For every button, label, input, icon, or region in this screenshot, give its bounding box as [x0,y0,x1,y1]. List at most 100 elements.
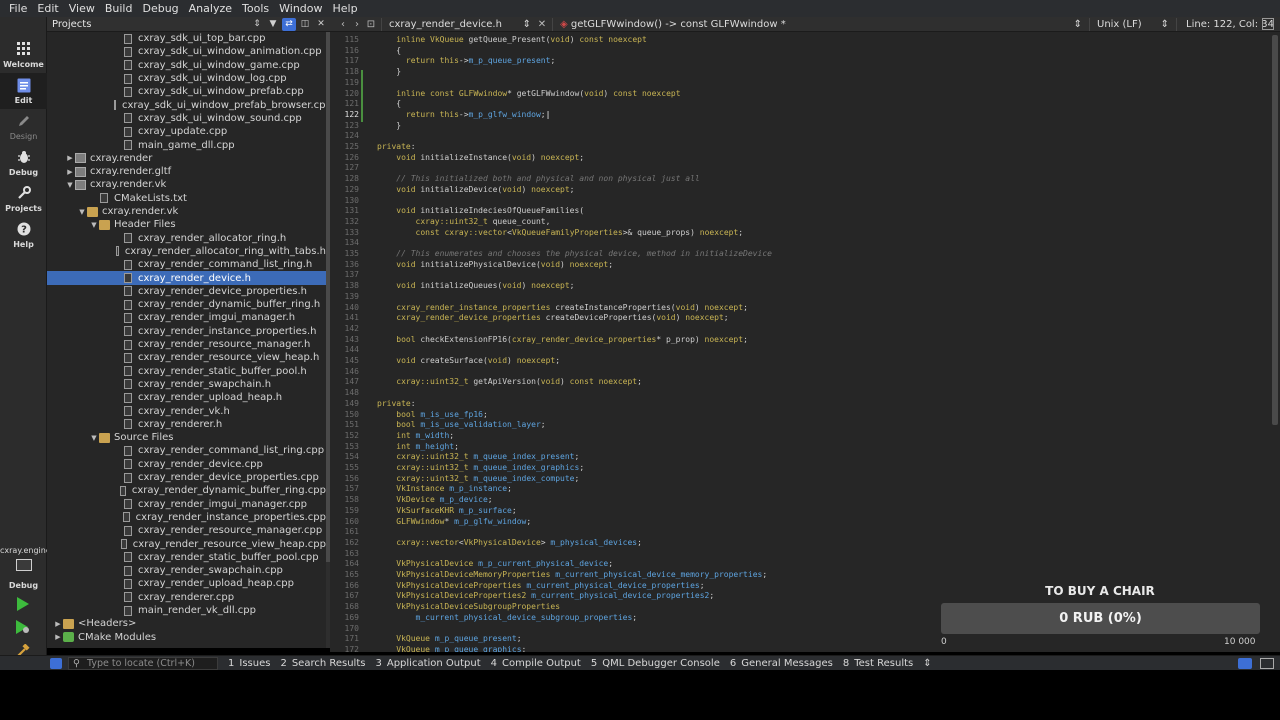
tree-item[interactable]: cxray_render_device_properties.cpp [47,471,326,484]
tree-item[interactable]: cxray_render_instance_properties.cpp [47,511,326,524]
menu-file[interactable]: File [4,0,32,17]
split-editor-icon[interactable] [1262,18,1274,30]
tree-item[interactable]: main_game_dll.cpp [47,138,326,151]
tree-item[interactable]: cxray_render_resource_view_heap.cpp [47,537,326,550]
expand-right-icon[interactable]: ▶ [65,168,75,176]
tree-item[interactable]: cxray_render_upload_heap.cpp [47,577,326,590]
menu-tools[interactable]: Tools [237,0,274,17]
locator[interactable]: ⚲ Type to locate (Ctrl+K) [68,656,218,670]
output-tab[interactable]: 8 Test Results [843,658,913,669]
symbol-dropdown[interactable]: ◈ getGLFWwindow() -> const GLFWwindow * … [556,19,1086,30]
tree-item[interactable]: cxray_renderer.h [47,418,326,431]
menu-edit[interactable]: Edit [32,0,63,17]
filter-icon[interactable]: ▼ [266,18,280,31]
projects-pane-title[interactable]: Projects [47,19,250,30]
tree-item[interactable]: ▶ cxray.render.gltf [47,165,326,178]
tree-item[interactable]: CMakeLists.txt [47,192,326,205]
toggle-sidebar-icon[interactable] [50,657,62,669]
tree-item[interactable]: ▶ <Headers> [47,617,326,630]
line-ending-dropdown[interactable]: Unix (LF) ⇕ [1093,19,1173,30]
menu-analyze[interactable]: Analyze [184,0,237,17]
open-documents-dropdown[interactable]: cxray_render_device.h ⇕ [385,19,535,30]
tree-item[interactable]: cxray_sdk_ui_window_prefab_browser.cpp [47,99,326,112]
fold-margin[interactable] [363,32,375,652]
expand-down-icon[interactable]: ▼ [77,208,87,216]
output-tab[interactable]: 6 General Messages [730,658,833,669]
tree-item[interactable]: cxray_render_static_buffer_pool.h [47,365,326,378]
tree-item[interactable]: cxray_render_swapchain.cpp [47,564,326,577]
close-document-icon[interactable]: ✕ [535,19,549,30]
tree-item[interactable]: cxray_render_allocator_ring_with_tabs.h [47,245,326,258]
tree-item[interactable]: cxray_render_dynamic_buffer_ring.h [47,298,326,311]
tree-item[interactable]: ▶ cxray.render [47,152,326,165]
code-editor[interactable]: inline VkQueue getQueue_Present(void) co… [375,32,1270,652]
tree-item[interactable]: cxray_render_device_properties.h [47,285,326,298]
tree-item[interactable]: ▼ Header Files [47,218,326,231]
forward-arrow-icon[interactable]: › [350,19,364,30]
menu-help[interactable]: Help [328,0,363,17]
mode-edit[interactable]: Edit [0,73,47,109]
tree-item[interactable]: cxray_update.cpp [47,125,326,138]
expand-down-icon[interactable]: ▼ [65,181,75,189]
tree-item[interactable]: ▼ cxray.render.vk [47,205,326,218]
tree-item[interactable]: cxray_render_command_list_ring.h [47,258,326,271]
expand-down-icon[interactable]: ▼ [89,221,99,229]
more-panes-icon[interactable]: ⇕ [923,658,931,669]
cursor-position[interactable]: Line: 122, Col: 34 [1180,19,1274,30]
tree-item[interactable]: cxray_render_static_buffer_pool.cpp [47,551,326,564]
tree-item[interactable]: cxray_render_imgui_manager.cpp [47,498,326,511]
output-tab[interactable]: 5 QML Debugger Console [591,658,720,669]
project-tree[interactable]: cxray_sdk_ui_top_bar.cpp cxray_sdk_ui_win… [47,32,326,648]
toggle-output-pane-icon[interactable] [1238,658,1252,669]
tree-item[interactable]: cxray_render_resource_manager.cpp [47,524,326,537]
output-tab[interactable]: 4 Compile Output [491,658,581,669]
tree-item[interactable]: ▶ CMake Modules [47,631,326,644]
expand-down-icon[interactable]: ▼ [89,434,99,442]
tree-item[interactable]: cxray_renderer.cpp [47,591,326,604]
tree-item[interactable]: cxray_render_vk.h [47,404,326,417]
split-icon[interactable]: ◫ [298,18,312,31]
tree-item[interactable]: cxray_render_instance_properties.h [47,325,326,338]
mode-debug[interactable]: Debug [0,145,47,181]
tree-item[interactable]: cxray_sdk_ui_window_prefab.cpp [47,85,326,98]
expand-right-icon[interactable]: ▶ [53,633,63,641]
expand-right-icon[interactable]: ▶ [65,154,75,162]
menu-view[interactable]: View [64,0,100,17]
mode-welcome[interactable]: Welcome [0,37,47,73]
tree-item[interactable]: ▼ Source Files [47,431,326,444]
tree-item[interactable]: cxray_sdk_ui_window_game.cpp [47,59,326,72]
tree-item[interactable]: main_render_vk_dll.cpp [47,604,326,617]
tree-item[interactable]: cxray_sdk_ui_top_bar.cpp [47,32,326,45]
pane-selector-chevron-icon[interactable]: ⇕ [250,18,264,31]
tree-item[interactable]: cxray_render_command_list_ring.cpp [47,444,326,457]
back-arrow-icon[interactable]: ‹ [336,19,350,30]
expand-right-icon[interactable]: ▶ [53,620,63,628]
mode-design[interactable]: Design [0,109,47,145]
tree-item[interactable]: cxray_render_device.h [47,271,326,285]
output-tab[interactable]: 1 Issues [228,658,270,669]
tree-item[interactable]: cxray_render_resource_manager.h [47,338,326,351]
output-tab[interactable]: 2 Search Results [280,658,365,669]
tree-item[interactable]: cxray_render_imgui_manager.h [47,311,326,324]
debug-run-button[interactable] [12,617,34,637]
mode-projects[interactable]: Projects [0,181,47,217]
kit-selector[interactable]: cxray.engine Debug [0,546,51,590]
tree-item[interactable]: cxray_sdk_ui_window_sound.cpp [47,112,326,125]
menu-debug[interactable]: Debug [137,0,183,17]
run-button[interactable] [12,594,34,614]
tree-item[interactable]: cxray_render_resource_view_heap.h [47,351,326,364]
tree-item[interactable]: cxray_render_swapchain.h [47,378,326,391]
tree-item[interactable]: cxray_render_allocator_ring.h [47,232,326,245]
menu-build[interactable]: Build [100,0,138,17]
mode-help[interactable]: ? Help [0,217,47,253]
tree-item[interactable]: cxray_render_device.cpp [47,458,326,471]
link-editor-icon[interactable]: ⇄ [282,17,296,31]
tree-item[interactable]: cxray_render_upload_heap.h [47,391,326,404]
output-tab[interactable]: 3 Application Output [375,658,480,669]
tree-item[interactable]: ▼ cxray.render.vk [47,178,326,191]
tree-item[interactable]: cxray_sdk_ui_window_animation.cpp [47,45,326,58]
tree-item[interactable]: cxray_sdk_ui_window_log.cpp [47,72,326,85]
menu-window[interactable]: Window [274,0,327,17]
toggle-progress-icon[interactable] [1260,658,1274,669]
editor-scrollbar[interactable] [1270,32,1280,652]
